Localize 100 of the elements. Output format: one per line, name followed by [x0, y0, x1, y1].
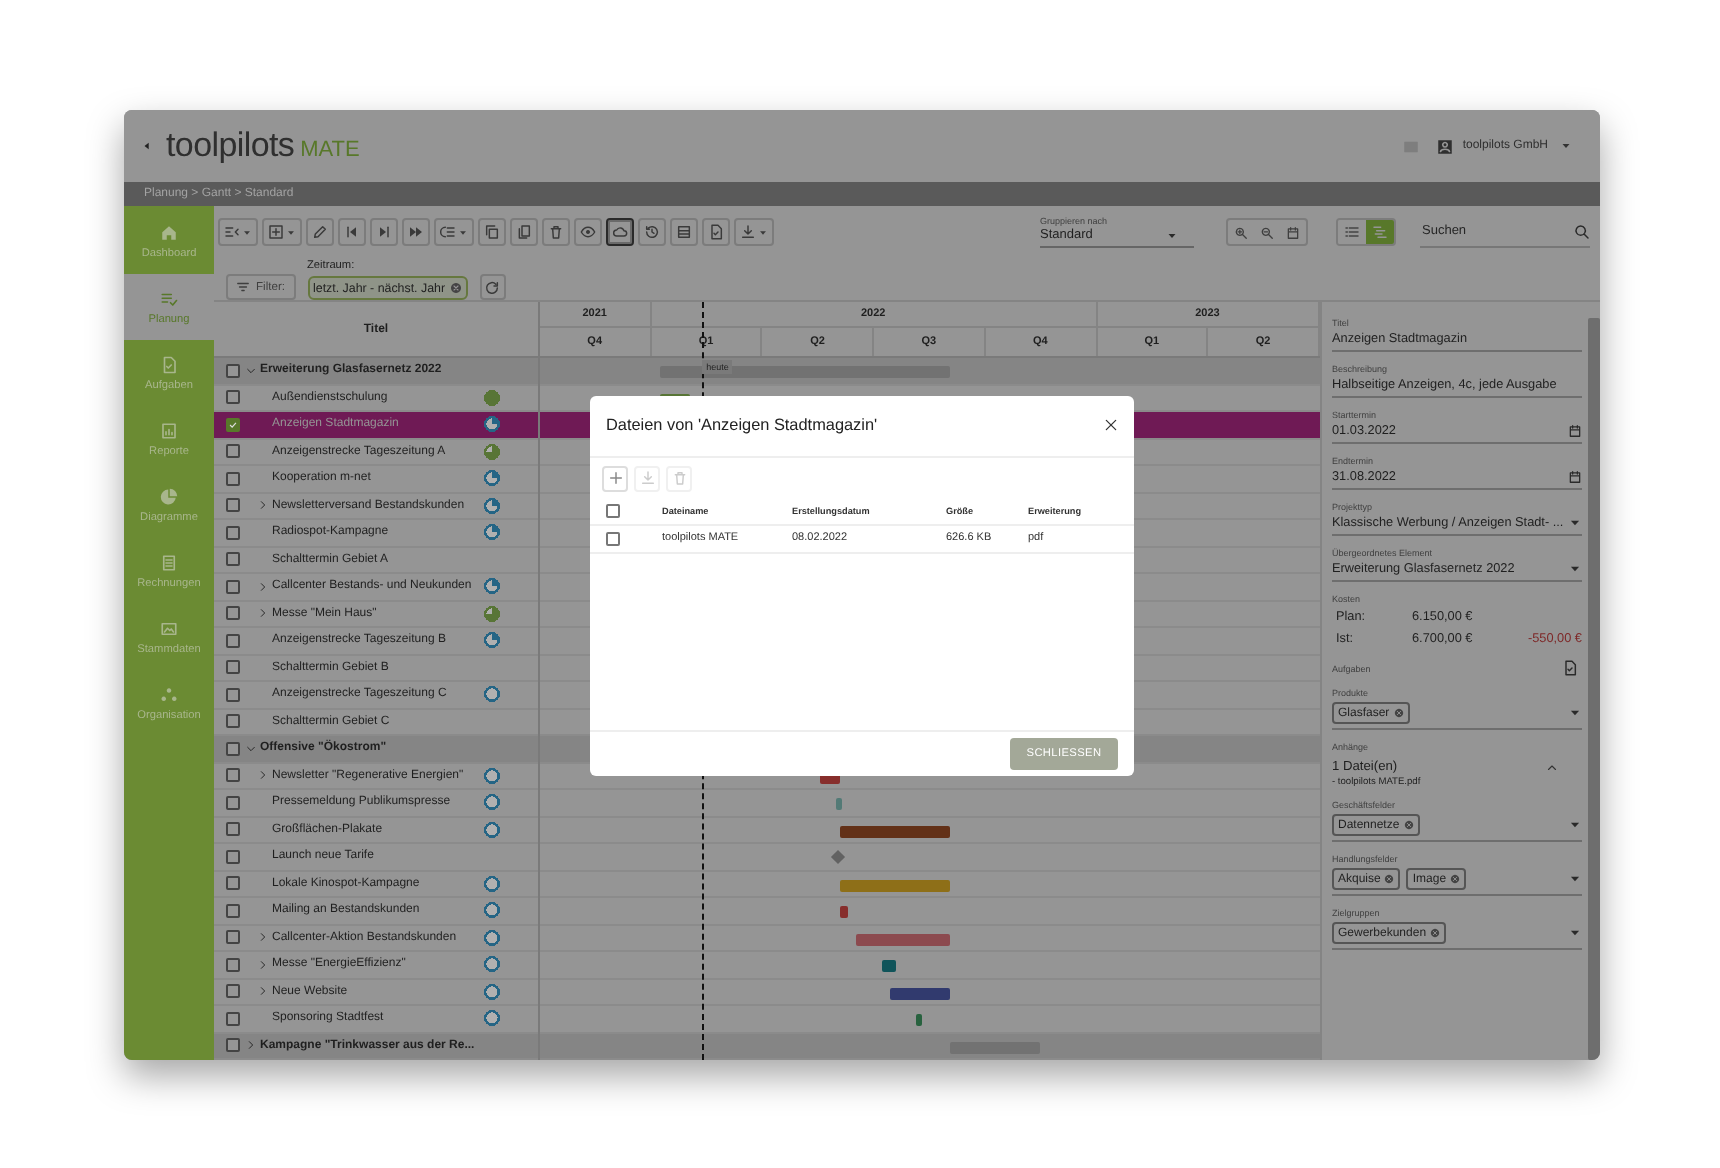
chart-icon: [160, 421, 178, 439]
clear-icon: [1430, 928, 1441, 938]
document-check-icon: [160, 355, 178, 373]
clear-icon: [1450, 874, 1461, 884]
user-icon: [1436, 137, 1455, 155]
row-checkbox[interactable]: [226, 444, 240, 459]
caret-down-icon: [242, 227, 252, 237]
caret-down-icon: [1166, 230, 1178, 242]
download-icon: [639, 470, 655, 486]
checklist-icon: [160, 289, 178, 307]
row-checkbox[interactable]: [226, 957, 240, 972]
clear-icon: [1393, 708, 1404, 718]
row-checkbox[interactable]: [226, 606, 240, 621]
row-checkbox[interactable]: [226, 822, 240, 837]
row-checkbox[interactable]: [226, 768, 240, 783]
zoom-in-icon: [1234, 225, 1248, 239]
view-toggle-button[interactable]: [1366, 220, 1394, 244]
toolbar-button[interactable]: [574, 218, 602, 246]
row-checkbox[interactable]: [226, 1011, 240, 1026]
caret-down-icon: [1568, 516, 1582, 530]
home-icon: [160, 223, 178, 241]
calendar-icon: [1568, 424, 1582, 438]
caret-down-icon: [758, 227, 768, 237]
clear-icon: [449, 282, 462, 294]
row-checkbox[interactable]: [226, 687, 240, 702]
caret-down-icon: [1568, 926, 1582, 940]
row-checkbox[interactable]: [226, 525, 240, 540]
people-icon: [160, 685, 178, 703]
row-checkbox[interactable]: [606, 531, 620, 545]
toolbar-button[interactable]: [434, 218, 474, 246]
list-icon: [1344, 224, 1360, 240]
toolbar-button[interactable]: [638, 218, 666, 246]
toolbar-button[interactable]: [402, 218, 430, 246]
row-checkbox[interactable]: [226, 363, 240, 378]
history-icon: [644, 224, 660, 240]
row-checkbox[interactable]: [226, 849, 240, 864]
trash-icon: [548, 224, 564, 240]
skip-back-icon: [344, 224, 360, 240]
row-checkbox[interactable]: [226, 930, 240, 945]
collapse-icon: [224, 224, 240, 240]
zoom-button[interactable]: [1260, 225, 1274, 239]
fast-forward-icon: [408, 224, 424, 240]
caret-down-icon: [286, 227, 296, 237]
document-icon: [160, 553, 178, 571]
row-checkbox[interactable]: [226, 741, 240, 756]
gantt-bar[interactable]: [890, 987, 951, 999]
gantt-bar[interactable]: [840, 825, 951, 837]
clear-icon: [1403, 820, 1414, 830]
row-checkbox[interactable]: [226, 876, 240, 891]
zoom-button[interactable]: [1234, 225, 1248, 239]
toolbar-button[interactable]: [262, 218, 302, 246]
caret-down-icon: [1560, 140, 1572, 152]
row-checkbox[interactable]: [226, 903, 240, 918]
toolbar-button[interactable]: [702, 218, 730, 246]
row-checkbox[interactable]: [226, 417, 240, 432]
row-checkbox[interactable]: [226, 471, 240, 486]
caret-down-icon: [1568, 562, 1582, 576]
dialog-tool-button[interactable]: [602, 465, 628, 491]
row-checkbox[interactable]: [226, 579, 240, 594]
picture-icon: [160, 619, 178, 637]
row-checkbox[interactable]: [226, 1038, 240, 1053]
row-checkbox[interactable]: [226, 498, 240, 513]
row-checkbox[interactable]: [226, 795, 240, 810]
trash-icon: [671, 470, 687, 486]
row-checkbox[interactable]: [226, 660, 240, 675]
dialog-close-button[interactable]: [1104, 418, 1118, 432]
caret-down-icon: [458, 227, 468, 237]
caret-down-icon: [1568, 872, 1582, 886]
list-indent-icon: [440, 224, 456, 240]
eye-icon: [580, 224, 596, 240]
tasks-button[interactable]: [1562, 660, 1578, 676]
row-checkbox[interactable]: [226, 984, 240, 999]
refresh-button[interactable]: [479, 274, 506, 300]
toolbar-button[interactable]: [218, 218, 258, 246]
cloud-icon: [612, 224, 628, 240]
row-checkbox[interactable]: [226, 633, 240, 648]
toolbar-button[interactable]: [734, 218, 774, 246]
download-icon: [740, 224, 756, 240]
document-check-icon: [1562, 660, 1578, 676]
toolbar-button[interactable]: [370, 218, 398, 246]
row-checkbox[interactable]: [226, 552, 240, 567]
toolbar-button[interactable]: [542, 218, 570, 246]
filter-icon: [236, 280, 250, 294]
refresh-icon: [484, 279, 501, 295]
gantt-icon: [1372, 224, 1388, 240]
toolbar-button[interactable]: [338, 218, 366, 246]
row-checkbox[interactable]: [226, 390, 240, 405]
toolbar-button[interactable]: [478, 218, 506, 246]
select-all-checkbox[interactable]: [606, 503, 620, 517]
close-icon: [1104, 418, 1118, 432]
row-checkbox[interactable]: [226, 714, 240, 729]
toolbar-button[interactable]: [606, 218, 634, 246]
milestone-marker[interactable]: [830, 849, 845, 865]
toolbar-button[interactable]: [306, 218, 334, 246]
caret-left-icon: [142, 140, 152, 152]
pie-chart-icon: [160, 487, 178, 505]
toolbar-button[interactable]: [510, 218, 538, 246]
caret-down-icon: [1568, 818, 1582, 832]
zoom-button[interactable]: [1286, 225, 1300, 239]
toolbar-button[interactable]: [670, 218, 698, 246]
